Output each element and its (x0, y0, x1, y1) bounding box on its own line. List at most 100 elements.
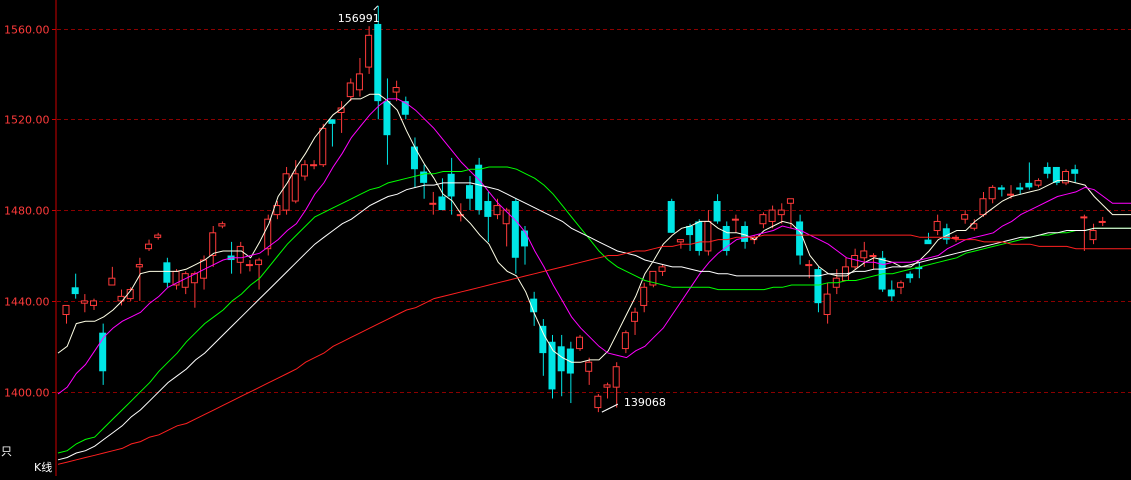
candle-body (933, 220, 941, 232)
candle-body (163, 262, 171, 283)
candle-body (447, 173, 455, 197)
y-tick-label: 1520.00 (4, 114, 50, 127)
candle-body (713, 201, 721, 222)
candle (603, 382, 611, 399)
candle-body (1098, 220, 1106, 223)
candle-body (704, 220, 712, 252)
candle-body (997, 187, 1005, 190)
candle-body (924, 239, 932, 245)
candle (768, 205, 776, 229)
candle (108, 266, 116, 286)
candle-body (1007, 193, 1015, 196)
candle (291, 160, 299, 204)
candle-body (1080, 216, 1088, 219)
candle (878, 250, 886, 292)
candle (392, 80, 400, 102)
candle-body (346, 82, 354, 98)
candle (731, 214, 739, 233)
candle (154, 232, 162, 240)
candle (585, 357, 593, 385)
candle (640, 282, 648, 313)
candle (145, 239, 153, 251)
candle-body (961, 214, 969, 220)
candle (1025, 162, 1033, 190)
candle-body (612, 366, 620, 388)
candle (365, 26, 373, 74)
low-annotation-leader (601, 403, 619, 413)
candle-body (145, 243, 153, 250)
candle-body (887, 289, 895, 297)
candle (1089, 223, 1097, 245)
candle-body (410, 146, 418, 170)
candle-body (383, 101, 391, 136)
candle (997, 185, 1005, 197)
candle-body (823, 293, 831, 316)
candle (447, 157, 455, 215)
candle-body (631, 311, 639, 322)
candle-body (979, 198, 987, 216)
candlestick-chart: 1560.00 1520.00 1480.00 1440.00 1400.00 1569… (0, 0, 1131, 476)
candle-body (245, 264, 253, 267)
candle-body (209, 232, 217, 257)
candle-body (62, 304, 70, 316)
candle-body (951, 236, 959, 239)
candle (511, 198, 519, 274)
candle (80, 294, 88, 313)
candle-body (355, 73, 363, 91)
candle-body (135, 264, 143, 268)
candle (814, 266, 822, 313)
candle-body (576, 336, 584, 350)
candle-body (502, 209, 510, 225)
candle-body (365, 34, 373, 68)
candle (695, 219, 703, 256)
candle-body (814, 269, 822, 304)
candle (1016, 182, 1024, 195)
candle (420, 164, 428, 199)
candle-body (1025, 182, 1033, 188)
candle-body (896, 282, 904, 288)
candle-body (851, 255, 859, 268)
candle (245, 260, 253, 272)
candle (869, 253, 877, 270)
candle (99, 323, 107, 385)
candle-body (539, 325, 547, 354)
candle-body (869, 255, 877, 257)
candle-body (429, 202, 437, 205)
candle (915, 262, 923, 279)
moving-average-lines (57, 93, 1131, 465)
candle (383, 78, 391, 165)
candle-body (621, 332, 629, 350)
high-annotation: 156991 (338, 12, 380, 25)
candle (933, 214, 941, 236)
candle (346, 78, 354, 102)
candle (713, 194, 721, 224)
candle (190, 271, 198, 308)
candle-body (1043, 166, 1051, 174)
candle-body (310, 164, 318, 167)
candle-body (181, 273, 189, 288)
candle-body (805, 264, 813, 267)
candle-body (255, 259, 263, 266)
candle-body (291, 173, 299, 202)
candle-body (1071, 169, 1079, 174)
candle-body (493, 205, 501, 216)
candle-body (218, 223, 226, 227)
candle (429, 191, 437, 215)
candle (475, 157, 483, 215)
candle (90, 298, 98, 310)
candle-body (860, 250, 868, 259)
candle-body (475, 164, 483, 211)
candle-body (374, 23, 382, 102)
candle (1080, 214, 1088, 251)
candle (667, 198, 675, 233)
candle (823, 282, 831, 324)
y-axis-ticks: 1560.00 1520.00 1480.00 1440.00 1400.00 (4, 24, 56, 400)
candle-body (511, 201, 519, 258)
candle-body (640, 286, 648, 306)
candle (750, 235, 758, 245)
candle (594, 393, 602, 413)
candles (62, 5, 1106, 413)
candle (896, 280, 904, 295)
candle-body (438, 196, 446, 211)
candle (71, 273, 79, 299)
